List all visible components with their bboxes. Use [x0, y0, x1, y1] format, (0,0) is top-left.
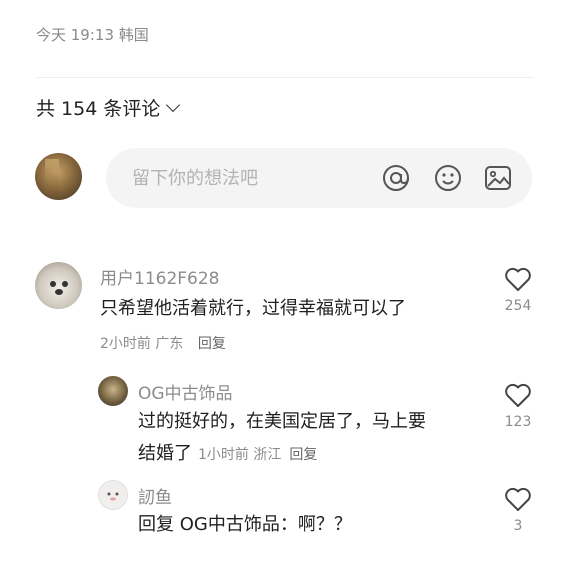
- emoji-icon[interactable]: [432, 162, 464, 194]
- chevron-down-icon: [166, 97, 181, 112]
- reply-username[interactable]: OG中古饰品: [138, 379, 233, 404]
- like-count: 3: [513, 518, 523, 534]
- like-count: 123: [504, 414, 532, 430]
- at-icon[interactable]: [380, 162, 412, 194]
- comment-meta: 2小时前 广东 回复: [100, 333, 226, 353]
- like-button[interactable]: 254: [498, 266, 538, 314]
- comment-location: 广东: [155, 336, 184, 352]
- image-icon[interactable]: [482, 162, 514, 194]
- reply-meta: 1小时前 浙江 回复: [198, 447, 317, 463]
- comment-username[interactable]: 用户1162F628: [100, 264, 220, 289]
- reply-text: 回复 OG中古饰品：啊？？: [138, 514, 352, 535]
- avatar[interactable]: [35, 262, 82, 309]
- divider: [36, 77, 534, 78]
- comment-count-label: 共 154 条评论: [36, 98, 161, 120]
- reply-text-tail: 结婚了: [138, 443, 192, 464]
- comment-text: 只希望他活着就行，过得幸福就可以了: [100, 298, 406, 319]
- like-button[interactable]: 3: [498, 486, 538, 534]
- reply-location: 浙江: [253, 447, 282, 463]
- reply-text-line: 过的挺好的，在美国定居了，马上要: [138, 411, 426, 432]
- comment-input[interactable]: [130, 166, 364, 190]
- reply-button[interactable]: 回复: [289, 447, 317, 463]
- reply-text: 过的挺好的，在美国定居了，马上要 结婚了 1小时前 浙江 回复: [138, 406, 488, 471]
- reply-button[interactable]: 回复: [198, 336, 226, 352]
- comment-count-toggle[interactable]: 共 154 条评论: [36, 94, 181, 121]
- comment-time: 2小时前: [100, 336, 151, 352]
- like-button[interactable]: 123: [498, 382, 538, 430]
- comment-composer[interactable]: [106, 148, 532, 208]
- heart-icon: [505, 383, 531, 407]
- reply-text-line-2: 结婚了 1小时前 浙江 回复: [138, 438, 488, 471]
- heart-icon: [505, 267, 531, 291]
- avatar[interactable]: [98, 480, 128, 510]
- reply-time: 1小时前: [198, 447, 249, 463]
- my-avatar: [35, 153, 82, 200]
- post-meta: 今天 19:13 韩国: [36, 26, 149, 44]
- heart-icon: [505, 487, 531, 511]
- avatar[interactable]: [98, 376, 128, 406]
- like-count: 254: [504, 298, 532, 314]
- reply-username[interactable]: 訒鱼: [138, 483, 172, 508]
